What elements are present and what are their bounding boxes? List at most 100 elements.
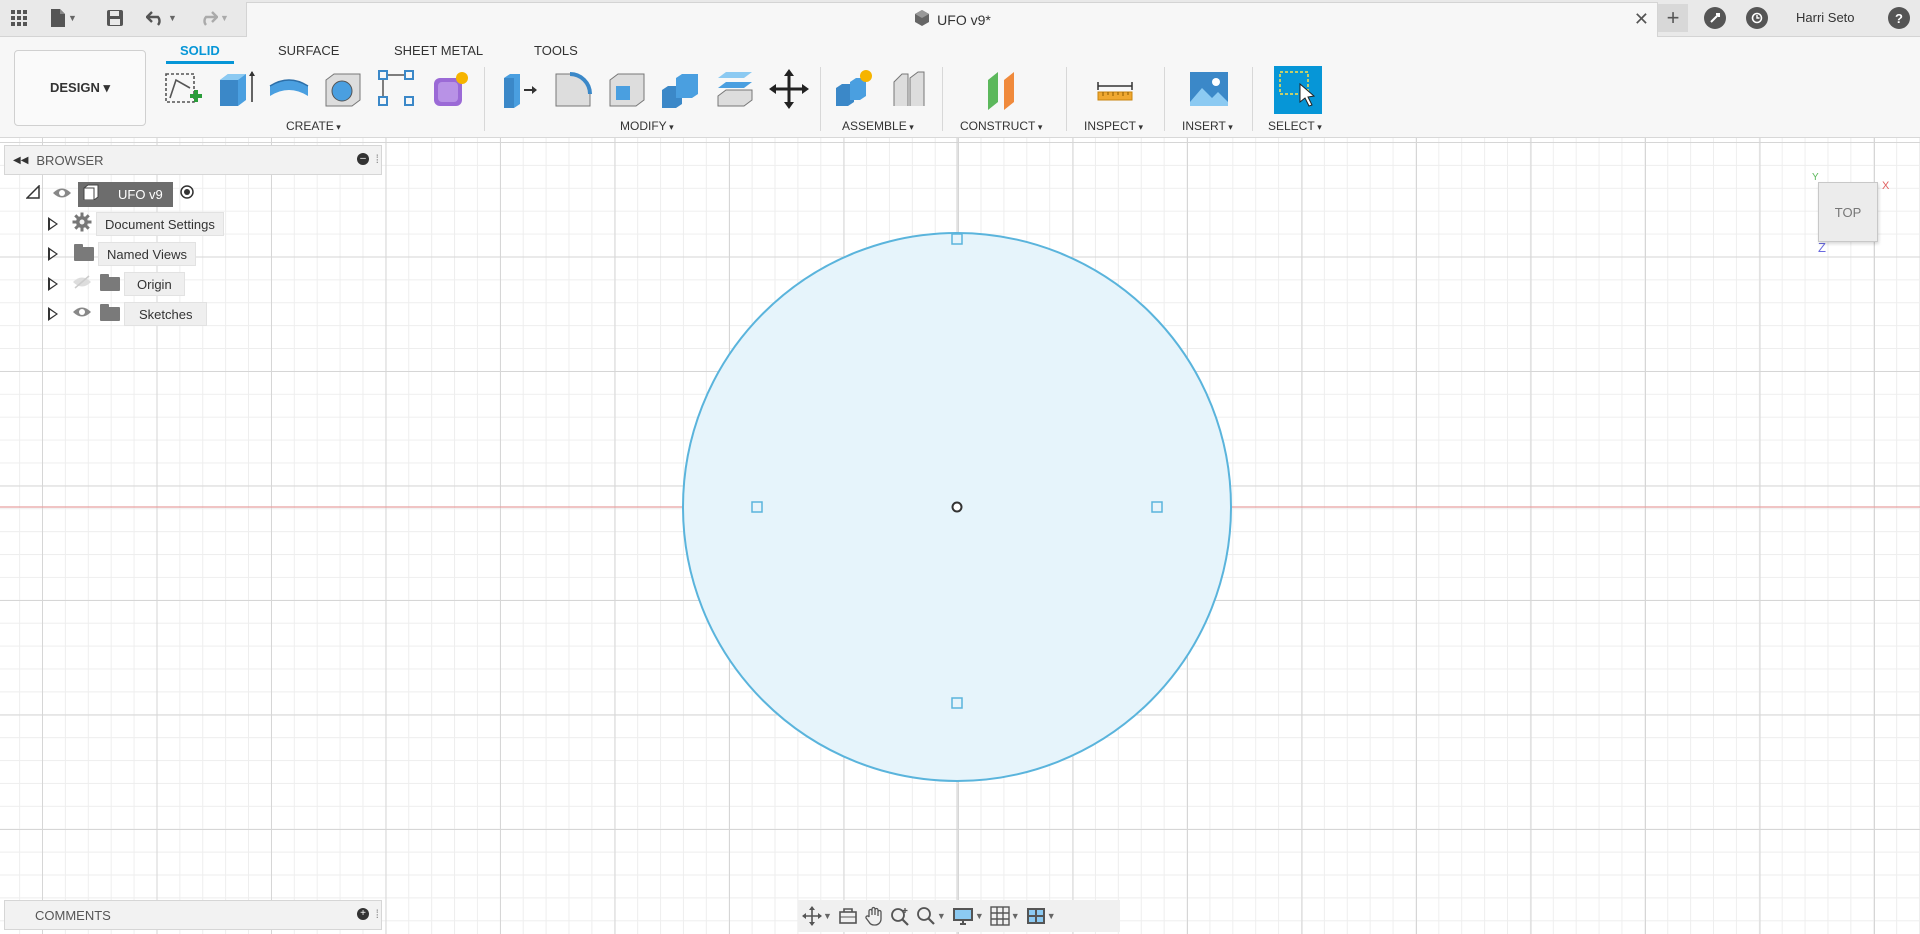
revolve-icon[interactable] — [268, 68, 310, 110]
inspect-menu[interactable]: INSPECT — [1084, 119, 1143, 133]
offset-plane-icon[interactable] — [984, 68, 1026, 110]
ribbon-divider — [1252, 67, 1253, 131]
ribbon-divider — [1066, 67, 1067, 131]
document-title: UFO v9* — [937, 12, 991, 28]
tab-tools[interactable]: TOOLS — [534, 43, 578, 58]
browser-panel-header[interactable]: ◀◀ BROWSER – ⁞ — [4, 145, 382, 175]
combine-icon[interactable] — [660, 68, 702, 110]
tab-solid[interactable]: SOLID — [180, 43, 220, 58]
offset-face-icon[interactable] — [714, 68, 756, 110]
title-bar: ▼ ▼ ▼ UFO v9* ✕ + Harri Seto ? — [0, 0, 1920, 37]
gear-icon — [72, 212, 92, 237]
ribbon-divider — [820, 67, 821, 131]
create-form-icon[interactable] — [430, 68, 472, 110]
expand-triangle-icon[interactable] — [48, 217, 58, 231]
ribbon-divider — [484, 67, 485, 131]
circle-center-point[interactable] — [951, 501, 963, 513]
browser-item-label: Document Settings — [96, 212, 224, 236]
create-menu[interactable]: CREATE — [286, 119, 341, 133]
browser-item-sketches[interactable]: Sketches — [48, 302, 208, 326]
undo-icon[interactable]: ▼ — [146, 6, 177, 30]
browser-item-origin[interactable]: Origin — [48, 272, 185, 296]
new-component-icon[interactable] — [834, 68, 876, 110]
workspace-switcher-button[interactable]: DESIGN ▾ — [14, 50, 146, 126]
add-comment-icon[interactable]: + — [357, 908, 369, 920]
expand-triangle-icon[interactable] — [48, 247, 58, 261]
expand-triangle-icon[interactable] — [48, 307, 58, 321]
assemble-menu[interactable]: ASSEMBLE — [842, 119, 914, 133]
tab-sheet-metal[interactable]: SHEET METAL — [394, 43, 483, 58]
browser-item-label: Named Views — [98, 242, 196, 266]
extensions-icon[interactable] — [1704, 7, 1726, 29]
document-tab[interactable]: UFO v9* ✕ — [246, 2, 1658, 37]
app-grid-icon[interactable] — [10, 6, 28, 30]
pin-icon[interactable]: ⁞ — [376, 152, 379, 166]
user-account-name[interactable]: Harri Seto — [1796, 10, 1855, 25]
collapse-panel-icon[interactable]: ◀◀ — [13, 155, 28, 166]
insert-image-icon[interactable] — [1188, 68, 1230, 110]
construct-menu[interactable]: CONSTRUCT — [960, 119, 1042, 133]
joint-icon[interactable] — [888, 68, 930, 110]
look-at-icon[interactable] — [838, 904, 858, 928]
root-component-label: UFO v9 — [118, 186, 163, 202]
insert-menu[interactable]: INSERT — [1182, 119, 1233, 133]
sketch-layer[interactable] — [0, 138, 1920, 934]
folder-icon — [74, 244, 94, 261]
browser-item-named-views[interactable]: Named Views — [48, 242, 196, 266]
component-icon — [82, 184, 100, 205]
navigation-toolbar: ▼ ▼ ▼ ▼ ▼ — [798, 900, 1120, 932]
tab-surface[interactable]: SURFACE — [278, 43, 339, 58]
expand-triangle-icon[interactable] — [48, 277, 58, 291]
browser-item-label: Sketches — [124, 302, 208, 326]
activate-radio-icon[interactable] — [179, 184, 195, 205]
select-menu[interactable]: SELECT — [1268, 119, 1322, 133]
help-icon[interactable]: ? — [1888, 7, 1910, 29]
rectangular-pattern-icon[interactable] — [376, 68, 418, 110]
root-component-pill[interactable]: UFO v9 — [78, 181, 173, 207]
redo-icon[interactable]: ▼ — [198, 6, 229, 30]
press-pull-icon[interactable] — [498, 68, 540, 110]
viewcube-axis-z-label: Z — [1818, 240, 1826, 255]
comments-title: COMMENTS — [35, 907, 111, 923]
select-icon[interactable] — [1274, 66, 1322, 114]
toolbar-ribbon: DESIGN ▾ SOLID SURFACE SHEET METAL TOOLS… — [0, 37, 1920, 138]
document-cube-icon — [913, 9, 931, 32]
viewcube-axis-x-label: X — [1882, 180, 1890, 192]
visibility-eye-icon[interactable] — [52, 186, 72, 202]
close-tab-icon[interactable]: ✕ — [1634, 9, 1649, 30]
pin-icon[interactable]: ⁞ — [376, 907, 379, 921]
orbit-icon[interactable]: ▼ — [802, 904, 832, 928]
browser-item-document-settings[interactable]: Document Settings — [48, 212, 224, 236]
browser-title: BROWSER — [36, 152, 104, 168]
viewports-icon[interactable]: ▼ — [1026, 904, 1056, 928]
job-status-icon[interactable] — [1746, 7, 1768, 29]
modify-menu[interactable]: MODIFY — [620, 119, 674, 133]
move-copy-icon[interactable] — [768, 68, 810, 110]
browser-item-label: Origin — [124, 272, 185, 296]
file-menu-icon[interactable]: ▼ — [50, 6, 77, 30]
minimize-browser-icon[interactable]: – — [357, 153, 369, 165]
extrude-icon[interactable] — [216, 68, 258, 110]
root-expand-icon[interactable] — [25, 183, 40, 204]
folder-icon — [100, 304, 120, 321]
visibility-eye-icon[interactable] — [72, 305, 92, 323]
browser-root-node[interactable]: UFO v9 — [25, 181, 195, 207]
folder-icon — [100, 274, 120, 291]
create-sketch-icon[interactable] — [162, 68, 204, 110]
hidden-eye-icon[interactable] — [72, 274, 92, 294]
grid-snaps-icon[interactable]: ▼ — [990, 904, 1020, 928]
viewcube-top-face[interactable]: TOP — [1818, 182, 1878, 242]
measure-icon[interactable] — [1094, 68, 1136, 110]
zoom-icon[interactable] — [890, 904, 910, 928]
hole-icon[interactable] — [322, 68, 364, 110]
comments-panel[interactable]: COMMENTS + ⁞ — [4, 900, 382, 930]
display-settings-icon[interactable]: ▼ — [952, 904, 984, 928]
active-tab-underline — [166, 61, 234, 64]
shell-icon[interactable] — [606, 68, 648, 110]
new-tab-button[interactable]: + — [1658, 4, 1688, 32]
fillet-icon[interactable] — [552, 68, 594, 110]
fit-zoom-icon[interactable]: ▼ — [916, 904, 946, 928]
design-canvas[interactable] — [0, 138, 1920, 934]
save-icon[interactable] — [106, 6, 124, 30]
pan-hand-icon[interactable] — [864, 904, 884, 928]
